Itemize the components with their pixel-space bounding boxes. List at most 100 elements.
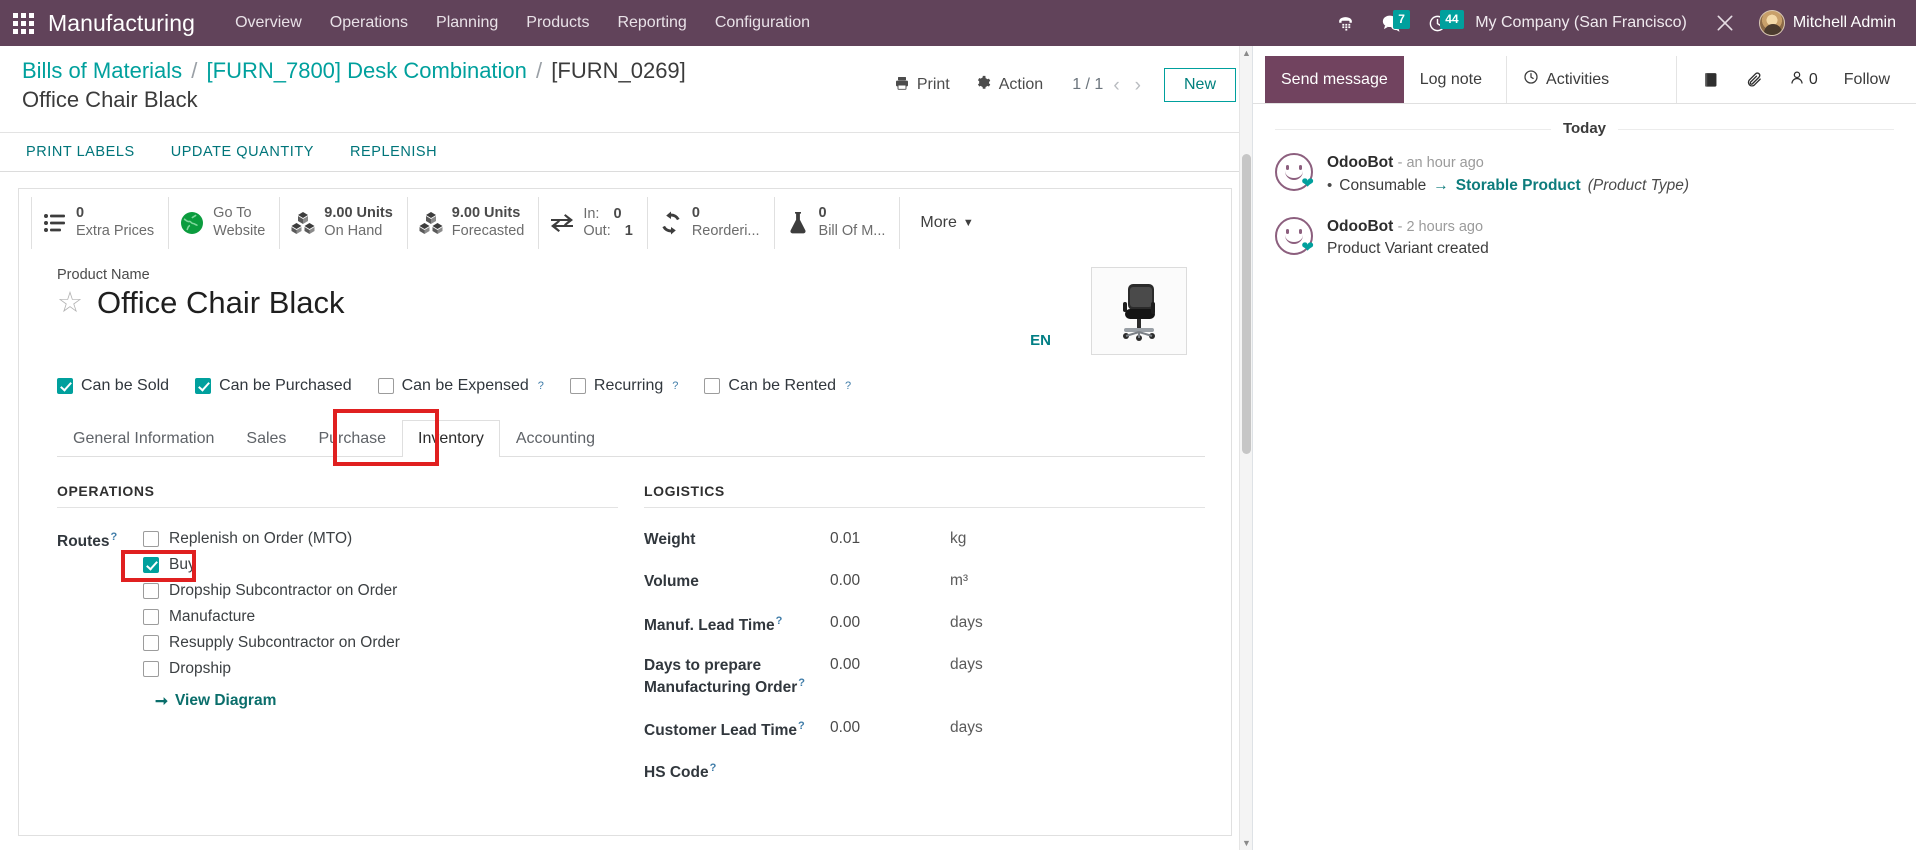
- tab-accounting[interactable]: Accounting: [500, 420, 611, 457]
- help-icon[interactable]: ?: [710, 762, 717, 774]
- print-button[interactable]: Print: [883, 69, 961, 102]
- checkbox-box[interactable]: [143, 608, 159, 625]
- replenish-button[interactable]: REPLENISH: [346, 142, 441, 162]
- nav-item-operations[interactable]: Operations: [316, 6, 422, 40]
- help-icon[interactable]: ?: [845, 380, 851, 392]
- new-button[interactable]: New: [1163, 68, 1236, 102]
- nav-item-planning[interactable]: Planning: [422, 6, 512, 40]
- pager-value[interactable]: 1 / 1: [1072, 76, 1103, 94]
- clock-activities-icon[interactable]: 44: [1416, 8, 1464, 39]
- checkbox-can-be-rented[interactable]: Can be Rented ?: [704, 377, 851, 395]
- paperclip-icon[interactable]: [1736, 65, 1773, 94]
- app-brand-manufacturing[interactable]: Manufacturing: [48, 10, 195, 37]
- inventory-tab-page: OPERATIONS Routes? Replenish on Order (M…: [57, 457, 1205, 803]
- message-body-text: Product Variant created: [1327, 240, 1489, 257]
- print-labels-button[interactable]: PRINT LABELS: [22, 142, 139, 162]
- followers-counter[interactable]: 0: [1779, 63, 1828, 97]
- smart-button-go-to-website[interactable]: Go To Website: [169, 197, 281, 249]
- product-image[interactable]: [1091, 266, 1187, 355]
- chevron-left-icon[interactable]: ‹: [1108, 76, 1124, 95]
- checkbox-can-be-purchased[interactable]: Can be Purchased: [195, 377, 352, 395]
- language-selector[interactable]: EN: [1030, 332, 1091, 349]
- tab-inventory[interactable]: Inventory: [402, 419, 500, 457]
- checkbox-label: Can be Expensed: [401, 376, 529, 394]
- tab-purchase[interactable]: Purchase: [302, 420, 402, 457]
- checkbox-box[interactable]: [377, 377, 394, 394]
- product-name-value[interactable]: Office Chair Black: [97, 285, 345, 320]
- checkbox-can-be-sold[interactable]: Can be Sold: [57, 377, 169, 395]
- print-label: Print: [916, 76, 950, 93]
- messages-icon[interactable]: 7: [1369, 8, 1414, 39]
- manuf-lead-time-value[interactable]: 0.00: [830, 614, 950, 632]
- weight-value[interactable]: 0.01: [830, 530, 950, 548]
- smart-button-extra-prices[interactable]: 0 Extra Prices: [31, 197, 170, 249]
- checkbox-recurring[interactable]: Recurring ?: [569, 377, 678, 395]
- help-icon[interactable]: ?: [672, 380, 678, 392]
- nav-item-reporting[interactable]: Reporting: [603, 6, 700, 40]
- smart-button-in-out[interactable]: In: 0 Out: 1: [539, 197, 648, 249]
- follow-button[interactable]: Follow: [1834, 65, 1900, 95]
- book-icon[interactable]: [1693, 65, 1730, 94]
- route-resupply-subcontractor-on-order[interactable]: Resupply Subcontractor on Order: [143, 634, 400, 652]
- checkbox-box[interactable]: [569, 377, 586, 394]
- route-dropship[interactable]: Dropship: [143, 660, 400, 678]
- activities-button[interactable]: Activities: [1506, 56, 1625, 103]
- checkbox-box[interactable]: [57, 377, 73, 394]
- view-diagram-link[interactable]: ➞ View Diagram: [155, 692, 400, 711]
- checkbox-box[interactable]: [704, 377, 721, 394]
- manuf-lead-time-label-text: Manuf. Lead Time: [644, 617, 775, 635]
- smart-button-bar: 0 Extra Prices Go To Website 9.00 Units …: [31, 197, 1221, 249]
- more-smart-buttons-button[interactable]: More ▼: [900, 197, 993, 249]
- scroll-down-icon[interactable]: ▼: [1242, 838, 1251, 848]
- smart-button-reordering[interactable]: 0 Reorderi...: [648, 197, 775, 249]
- weight-label: Weight: [644, 530, 696, 548]
- checkbox-can-be-expensed[interactable]: Can be Expensed ?: [377, 376, 544, 395]
- customer-lead-time-value[interactable]: 0.00: [830, 719, 950, 737]
- tab-general-information[interactable]: General Information: [57, 420, 230, 457]
- breadcrumb-root[interactable]: Bills of Materials: [22, 58, 182, 83]
- user-menu[interactable]: Mitchell Admin: [1749, 6, 1902, 40]
- breadcrumb-parent[interactable]: [FURN_7800] Desk Combination: [207, 58, 527, 83]
- volume-value[interactable]: 0.00: [830, 572, 950, 590]
- tab-sales[interactable]: Sales: [230, 420, 302, 457]
- star-outline-icon[interactable]: ☆: [57, 288, 83, 318]
- chevron-right-icon[interactable]: ›: [1130, 76, 1146, 95]
- route-buy[interactable]: Buy: [143, 556, 400, 574]
- checkbox-box[interactable]: [143, 660, 159, 677]
- message-author[interactable]: OdooBot: [1327, 218, 1393, 235]
- route-manufacture[interactable]: Manufacture: [143, 608, 400, 626]
- route-replenish-on-order-mto[interactable]: Replenish on Order (MTO): [143, 530, 400, 548]
- help-icon[interactable]: ?: [538, 380, 544, 392]
- checkbox-box[interactable]: [143, 530, 159, 547]
- action-button[interactable]: Action: [965, 69, 1054, 102]
- help-icon[interactable]: ?: [776, 615, 783, 627]
- route-dropship-subcontractor-on-order[interactable]: Dropship Subcontractor on Order: [143, 582, 400, 600]
- company-selector[interactable]: My Company (San Francisco): [1461, 8, 1701, 38]
- help-icon[interactable]: ?: [111, 531, 118, 543]
- smart-button-bill-of-materials[interactable]: 0 Bill Of M...: [775, 197, 901, 249]
- voip-phone-icon[interactable]: [1324, 8, 1367, 39]
- send-message-button[interactable]: Send message: [1265, 56, 1404, 103]
- form-scrollbar[interactable]: ▲ ▼: [1239, 46, 1252, 850]
- nav-item-overview[interactable]: Overview: [221, 6, 316, 40]
- checkbox-box[interactable]: [195, 377, 212, 394]
- smart-button-forecasted[interactable]: 9.00 Units Forecasted: [408, 197, 540, 249]
- log-note-button[interactable]: Log note: [1404, 56, 1498, 103]
- tools-icon[interactable]: [1703, 7, 1747, 39]
- checkbox-box[interactable]: [143, 582, 159, 599]
- message-author[interactable]: OdooBot: [1327, 154, 1393, 171]
- help-icon[interactable]: ?: [798, 677, 805, 689]
- days-to-prepare-value[interactable]: 0.00: [830, 656, 950, 674]
- user-name: Mitchell Admin: [1792, 14, 1896, 31]
- nav-item-configuration[interactable]: Configuration: [701, 6, 824, 40]
- avatar: ❤: [1275, 217, 1314, 255]
- update-quantity-button[interactable]: UPDATE QUANTITY: [167, 142, 318, 162]
- checkbox-box[interactable]: [143, 634, 159, 651]
- checkbox-box[interactable]: [143, 556, 159, 573]
- nav-item-products[interactable]: Products: [512, 6, 603, 40]
- scrollbar-thumb[interactable]: [1242, 154, 1251, 454]
- apps-grid-icon[interactable]: [6, 6, 40, 40]
- help-icon[interactable]: ?: [798, 720, 805, 732]
- smart-button-on-hand[interactable]: 9.00 Units On Hand: [280, 197, 408, 249]
- scroll-up-icon[interactable]: ▲: [1242, 48, 1251, 58]
